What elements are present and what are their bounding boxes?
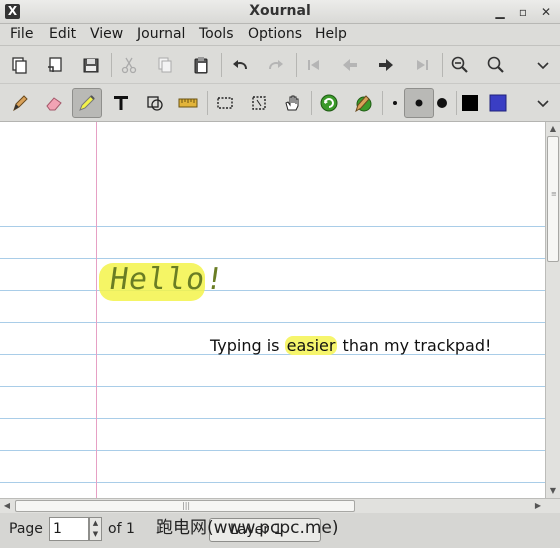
save-icon[interactable] xyxy=(76,50,106,80)
new-icon[interactable] xyxy=(5,50,35,80)
redo-icon[interactable] xyxy=(261,50,291,80)
chevron-down-icon[interactable] xyxy=(528,50,558,80)
menu-view[interactable]: View xyxy=(90,26,123,42)
main-toolbar xyxy=(0,46,560,84)
window-title: Xournal xyxy=(249,3,311,19)
menu-bar: File Edit View Journal Tools Options Hel… xyxy=(0,24,560,46)
watermark: 跑电网(www.pcpc.me) xyxy=(156,518,339,538)
scroll-up-icon[interactable]: ▲ xyxy=(546,122,560,136)
page-label: Page xyxy=(9,521,43,537)
zoom-in-icon[interactable] xyxy=(481,50,511,80)
thickness-thick-icon[interactable] xyxy=(427,88,457,118)
select-rectangle-icon[interactable] xyxy=(210,88,240,118)
cut-icon[interactable] xyxy=(114,50,144,80)
text-icon[interactable] xyxy=(106,88,136,118)
scroll-right-icon[interactable]: ▶ xyxy=(531,499,545,513)
highlighter-icon[interactable] xyxy=(72,88,102,118)
title-bar: X Xournal ▁ ▫ ✕ xyxy=(0,0,560,24)
ruler-icon[interactable] xyxy=(173,88,203,118)
typed-text[interactable]: Typing is easier than my trackpad! xyxy=(210,336,491,355)
page-number-input[interactable]: 1 xyxy=(49,517,89,541)
shape-recognizer-icon[interactable] xyxy=(140,88,170,118)
pen-icon[interactable] xyxy=(5,88,35,118)
eraser-icon[interactable] xyxy=(39,88,69,118)
menu-edit[interactable]: Edit xyxy=(49,26,76,42)
scroll-left-icon[interactable]: ◀ xyxy=(0,499,14,513)
page-spinner[interactable]: ▲ ▼ xyxy=(89,517,102,541)
chevron-down-icon[interactable] xyxy=(528,88,558,118)
close-icon[interactable]: ✕ xyxy=(536,2,556,22)
page-count-label: of 1 xyxy=(108,521,135,537)
select-region-icon[interactable] xyxy=(244,88,274,118)
hand-icon[interactable] xyxy=(277,88,307,118)
last-page-icon[interactable] xyxy=(407,50,437,80)
minimize-icon[interactable]: ▁ xyxy=(490,2,510,22)
undo-icon[interactable] xyxy=(225,50,255,80)
menu-journal[interactable]: Journal xyxy=(137,26,185,42)
tools-toolbar xyxy=(0,84,560,122)
handwritten-text[interactable]: Hello! xyxy=(108,262,227,297)
menu-file[interactable]: File xyxy=(10,26,33,42)
annotate-pdf-icon[interactable] xyxy=(40,50,70,80)
paste-icon[interactable] xyxy=(186,50,216,80)
next-page-icon[interactable] xyxy=(371,50,401,80)
status-bar: Page 1 ▲ ▼ of 1 Layer 1 跑电网(www.pcpc.me) xyxy=(0,513,560,548)
copy-icon[interactable] xyxy=(150,50,180,80)
color-black-icon[interactable] xyxy=(455,88,485,118)
scroll-down-icon[interactable]: ▼ xyxy=(546,484,560,498)
menu-options[interactable]: Options xyxy=(248,26,302,42)
horizontal-scroll-thumb[interactable]: ||| xyxy=(15,500,355,512)
zoom-out-icon[interactable] xyxy=(445,50,475,80)
vertical-scrollbar[interactable]: ▲ ≡ ▼ xyxy=(545,122,560,498)
color-blue-icon[interactable] xyxy=(483,88,513,118)
margin-line xyxy=(96,122,97,498)
horizontal-scrollbar[interactable]: ◀ ||| ▶ xyxy=(0,498,560,513)
default-pen-icon[interactable] xyxy=(348,88,378,118)
default-tool-icon[interactable] xyxy=(314,88,344,118)
journal-page[interactable]: Hello! Typing is easier than my trackpad… xyxy=(0,122,545,498)
menu-help[interactable]: Help xyxy=(315,26,347,42)
first-page-icon[interactable] xyxy=(299,50,329,80)
menu-tools[interactable]: Tools xyxy=(199,26,234,42)
previous-page-icon[interactable] xyxy=(335,50,365,80)
highlighted-word: easier xyxy=(284,336,338,355)
maximize-icon[interactable]: ▫ xyxy=(513,2,533,22)
vertical-scroll-thumb[interactable]: ≡ xyxy=(547,136,559,262)
